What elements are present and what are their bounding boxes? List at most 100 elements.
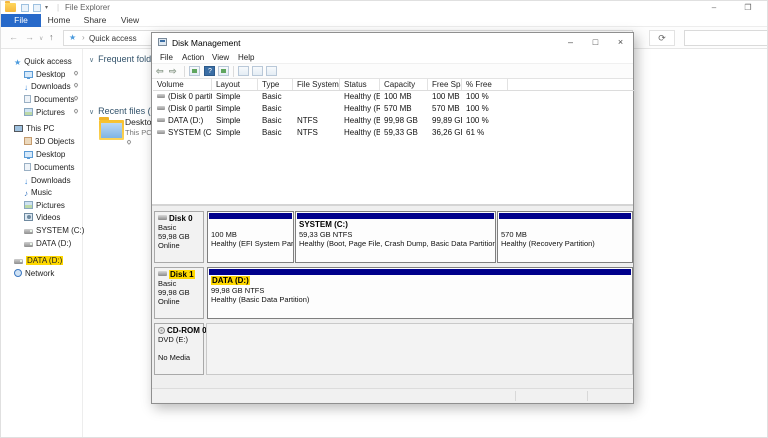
computer-icon	[14, 125, 23, 132]
download-icon: ↓	[24, 177, 28, 186]
primary-partition-bar	[209, 213, 292, 219]
quick-access-star-icon: ★	[69, 33, 77, 42]
volume-row-disk0-partition1[interactable]: (Disk 0 partition 1) Simple Basic Health…	[153, 91, 634, 103]
col-layout[interactable]: Layout	[212, 79, 258, 90]
desktop-folder-tile-icon[interactable]	[99, 117, 124, 140]
desktop-icon	[24, 151, 33, 159]
tab-home[interactable]: Home	[41, 14, 77, 27]
sidebar-item-pictures-pinned[interactable]: Pictures	[1, 107, 83, 118]
video-camera-icon	[24, 213, 33, 221]
partition-data-d[interactable]: DATA (D:) 99,98 GB NTFS Healthy (Basic D…	[207, 267, 633, 319]
volume-icon	[157, 118, 165, 122]
sidebar-item-data-d[interactable]: DATA (D:)	[1, 238, 83, 249]
partition-system-c[interactable]: SYSTEM (C:) 59,33 GB NTFS Healthy (Boot,…	[295, 211, 496, 263]
sidebar-item-data-drive-root[interactable]: DATA (D:)	[1, 255, 83, 266]
disk-icon	[158, 271, 167, 276]
explorer-maximize-button[interactable]: ❐	[735, 1, 761, 14]
download-icon: ↓	[24, 83, 28, 92]
toolbar-separator	[233, 66, 234, 77]
menu-file[interactable]: File	[156, 51, 177, 64]
volume-row-system-c[interactable]: SYSTEM (C:) Simple Basic NTFS Healthy (B…	[153, 127, 634, 139]
col-file-system[interactable]: File System	[293, 79, 340, 90]
explorer-window-title: File Explorer	[65, 3, 110, 12]
sidebar-item-quick-access[interactable]: ★ Quick access	[1, 56, 83, 67]
disk0-state: Online	[158, 241, 180, 250]
toolbar-action-pane-icon[interactable]	[218, 66, 229, 76]
toolbar-help-icon[interactable]	[204, 66, 215, 76]
dm-maximize-button[interactable]: □	[583, 33, 608, 51]
volume-icon	[157, 106, 165, 110]
forward-icon[interactable]: →	[25, 32, 34, 42]
pin-icon	[126, 139, 132, 145]
partition-efi[interactable]: 100 MB Healthy (EFI System Partitio	[207, 211, 294, 263]
sidebar-item-system-c[interactable]: SYSTEM (C:)	[1, 225, 84, 236]
disk0-kind: Basic	[158, 223, 177, 232]
back-icon[interactable]: ←	[9, 32, 18, 42]
volume-row-data-d[interactable]: DATA (D:) Simple Basic NTFS Healthy (B..…	[153, 115, 634, 127]
qat-customize-chevron-icon[interactable]: ▾	[45, 4, 48, 11]
sidebar-item-pictures[interactable]: Pictures	[1, 200, 83, 211]
toolbar-properties-icon[interactable]	[252, 66, 263, 76]
primary-partition-bar	[499, 213, 631, 219]
toolbar-console-tree-icon[interactable]	[189, 66, 200, 76]
disk-management-window: Disk Management – □ × File Action View H…	[151, 32, 634, 404]
titlebar-separator: |	[57, 3, 60, 12]
sidebar-item-music[interactable]: ♪ Music	[1, 187, 83, 198]
sidebar-item-downloads-pinned[interactable]: ↓ Downloads	[1, 81, 83, 92]
refresh-button[interactable]: ⟳	[649, 30, 675, 46]
dm-toolbar: ⇦ ⇨	[152, 64, 633, 79]
cdrom-label-panel[interactable]: CD-ROM 0 DVD (E:) No Media	[154, 323, 207, 375]
disk-icon	[158, 215, 167, 220]
col-free-space[interactable]: Free Spa...	[428, 79, 462, 90]
explorer-titlebar: ▾ | File Explorer – ❐	[1, 1, 767, 14]
menu-view[interactable]: View	[208, 51, 233, 64]
col-capacity[interactable]: Capacity	[380, 79, 428, 90]
menu-action[interactable]: Action	[178, 51, 208, 64]
col-percent-free[interactable]: % Free	[462, 79, 508, 90]
sidebar-item-desktop[interactable]: Desktop	[1, 149, 83, 160]
recent-files-heading[interactable]: ∨ Recent files (0)	[89, 106, 159, 116]
toolbar-back-icon[interactable]: ⇦	[156, 66, 164, 77]
volume-row-disk0-partition4[interactable]: (Disk 0 partition 4) Simple Basic Health…	[153, 103, 634, 115]
collapse-chevron-icon[interactable]: ∨	[89, 57, 94, 64]
sidebar-item-3d-objects[interactable]: 3D Objects	[1, 136, 83, 147]
tab-view[interactable]: View	[113, 14, 147, 27]
toolbar-panel-icon[interactable]	[266, 66, 277, 76]
search-input[interactable]	[684, 30, 767, 46]
dm-window-title: Disk Management	[172, 38, 241, 48]
sidebar-item-documents-pinned[interactable]: Documents	[1, 94, 83, 105]
toolbar-forward-icon[interactable]: ⇨	[169, 66, 177, 77]
breadcrumb[interactable]: Quick access	[89, 34, 137, 43]
recent-locations-chevron-icon[interactable]: ∨	[39, 35, 43, 42]
tab-share[interactable]: Share	[77, 14, 113, 27]
col-type[interactable]: Type	[258, 79, 293, 90]
disk1-row: Disk 1 Basic 99,98 GB Online DATA (D:) 9…	[154, 267, 633, 319]
sidebar-item-desktop-pinned[interactable]: Desktop	[1, 69, 83, 80]
qat-newfolder-icon[interactable]	[33, 4, 41, 12]
dm-titlebar[interactable]: Disk Management – □ ×	[152, 33, 633, 51]
sidebar-item-videos[interactable]: Videos	[1, 212, 83, 223]
toolbar-flag-icon[interactable]	[238, 66, 249, 76]
col-volume[interactable]: Volume	[153, 79, 212, 90]
dm-close-button[interactable]: ×	[608, 33, 633, 51]
volume-table: Volume Layout Type File System Status Ca…	[153, 79, 634, 139]
tab-file[interactable]: File	[1, 14, 41, 27]
menu-help[interactable]: Help	[234, 51, 258, 64]
disk0-label-panel[interactable]: Disk 0 Basic 59,98 GB Online	[154, 211, 204, 263]
explorer-minimize-button[interactable]: –	[701, 1, 727, 14]
qat-properties-icon[interactable]	[21, 4, 29, 12]
volume-icon	[157, 130, 165, 134]
tile-desktop-location: This PC	[125, 128, 152, 137]
dm-minimize-button[interactable]: –	[558, 33, 583, 51]
disk0-row: Disk 0 Basic 59,98 GB Online 100 MB Heal…	[154, 211, 633, 263]
sidebar-item-downloads[interactable]: ↓ Downloads	[1, 175, 83, 186]
sidebar-item-documents[interactable]: Documents	[1, 162, 83, 173]
dm-graphical-pane: Disk 0 Basic 59,98 GB Online 100 MB Heal…	[152, 204, 633, 403]
disk1-label-panel[interactable]: Disk 1 Basic 99,98 GB Online	[154, 267, 204, 319]
sidebar-item-this-pc[interactable]: This PC	[1, 123, 83, 134]
collapse-chevron-icon[interactable]: ∨	[89, 109, 94, 116]
col-status[interactable]: Status	[340, 79, 380, 90]
partition-recovery[interactable]: 570 MB Healthy (Recovery Partition)	[497, 211, 633, 263]
up-icon[interactable]: ↑	[49, 32, 54, 42]
sidebar-item-network[interactable]: Network	[1, 268, 83, 279]
